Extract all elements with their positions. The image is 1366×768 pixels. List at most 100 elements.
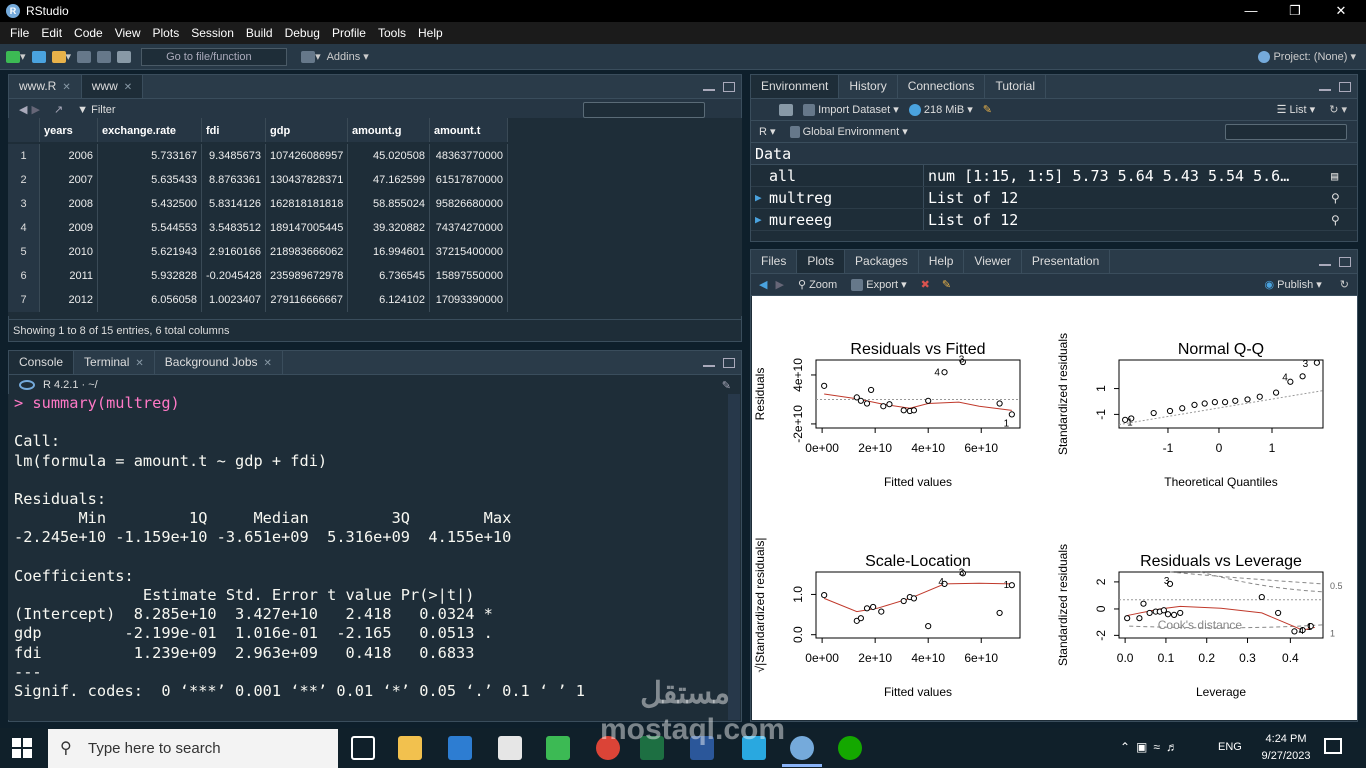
publish-button[interactable]: ◉ Publish ▾	[1264, 278, 1321, 291]
tab-viewer[interactable]: Viewer	[964, 250, 1022, 273]
load-workspace-icon[interactable]	[759, 104, 773, 116]
console-scrollbar[interactable]	[728, 394, 740, 720]
notifications-icon[interactable]	[1324, 738, 1342, 754]
tab-packages[interactable]: Packages	[845, 250, 919, 273]
list-view-button[interactable]: ☰ List ▾	[1277, 103, 1316, 116]
maximize-pane-icon[interactable]	[1339, 256, 1351, 267]
broom-icon[interactable]: ✎	[983, 103, 992, 116]
col-header[interactable]: exchange.rate	[98, 118, 202, 142]
forward-arrow-icon[interactable]: ▶	[31, 103, 39, 116]
tray-icons[interactable]: ⌃▣≈♬	[1120, 740, 1184, 754]
taskbar-search-input[interactable]: ⚲ Type here to search	[48, 729, 338, 768]
tab-plots[interactable]: Plots	[797, 250, 846, 273]
menu-plots[interactable]: Plots	[147, 26, 186, 40]
menu-edit[interactable]: Edit	[35, 26, 68, 40]
print-button[interactable]	[117, 50, 132, 63]
close-tab-icon[interactable]: ✕	[124, 82, 132, 93]
new-project-button[interactable]	[31, 50, 46, 63]
import-dataset-button[interactable]: Import Dataset ▾	[803, 103, 899, 117]
col-header[interactable]: gdp	[266, 118, 348, 142]
clock[interactable]: 4:24 PM 9/27/2023	[1256, 731, 1316, 765]
col-header[interactable]: fdi	[202, 118, 266, 142]
remove-plot-icon[interactable]: ✖	[921, 278, 930, 291]
next-plot-icon[interactable]: ▶	[775, 278, 783, 291]
magnifier-icon[interactable]: ⚲	[1331, 187, 1357, 208]
menu-tools[interactable]: Tools	[372, 26, 412, 40]
tab-www-r[interactable]: www.R ✕	[9, 75, 82, 98]
refresh-env-icon[interactable]: ↻ ▾	[1329, 103, 1347, 116]
addins-button[interactable]: Addins ▾	[327, 50, 369, 64]
menu-file[interactable]: File	[4, 26, 35, 40]
menu-view[interactable]: View	[109, 26, 147, 40]
maximize-pane-icon[interactable]	[723, 357, 735, 368]
save-workspace-icon[interactable]	[779, 103, 793, 116]
env-item[interactable]: all num [1:15, 1:5] 5.73 5.64 5.43 5.54 …	[751, 165, 1357, 187]
tab-console[interactable]: Console	[9, 351, 75, 374]
save-all-button[interactable]	[97, 50, 112, 63]
env-item[interactable]: ▶ multreg List of 12 ⚲	[751, 187, 1357, 209]
tab-connections[interactable]: Connections	[897, 75, 986, 98]
minimize-window-icon[interactable]: —	[1228, 0, 1274, 22]
tab-background-jobs[interactable]: Background Jobs ✕	[154, 351, 283, 374]
magnifier-icon[interactable]: ⚲	[1331, 209, 1357, 230]
tab-help[interactable]: Help	[918, 250, 965, 273]
back-arrow-icon[interactable]: ◀	[19, 103, 27, 116]
new-file-button[interactable]: ▾	[6, 50, 26, 63]
upwork-icon[interactable]	[838, 736, 862, 760]
minimize-pane-icon[interactable]	[703, 88, 715, 91]
zoom-button[interactable]: ⚲ Zoom	[798, 278, 837, 291]
language-indicator[interactable]: ENG	[1218, 741, 1242, 753]
prev-plot-icon[interactable]: ◀	[759, 278, 767, 291]
close-tab-icon[interactable]: ✕	[135, 358, 143, 369]
console-output[interactable]: > summary(multreg) Call: lm(formula = am…	[8, 394, 728, 720]
clear-console-icon[interactable]: ✎	[722, 379, 731, 392]
close-tab-icon[interactable]: ✕	[62, 82, 70, 93]
go-to-file-input[interactable]: Go to file/function	[141, 47, 288, 66]
data-search-input[interactable]	[583, 101, 705, 118]
export-button[interactable]: Export ▾	[851, 278, 907, 292]
menu-debug[interactable]: Debug	[279, 26, 326, 40]
scope-select[interactable]: Global Environment ▾	[789, 125, 908, 139]
grid-layout-button[interactable]: ▾	[301, 50, 321, 63]
project-menu[interactable]: Project: (None) ▾	[1258, 50, 1356, 63]
start-button[interactable]	[12, 738, 32, 758]
sheet-app-icon[interactable]	[546, 736, 570, 760]
save-button[interactable]	[77, 50, 92, 63]
file-explorer-icon[interactable]	[398, 736, 422, 760]
tab-files[interactable]: Files	[751, 250, 798, 273]
minimize-pane-icon[interactable]	[1319, 263, 1331, 266]
popout-icon[interactable]: ↗	[54, 103, 63, 116]
task-view-icon[interactable]	[351, 736, 375, 760]
mail-icon[interactable]	[498, 736, 522, 760]
maximize-pane-icon[interactable]	[1339, 81, 1351, 92]
close-window-icon[interactable]: ✕	[1318, 0, 1364, 22]
minimize-pane-icon[interactable]	[1319, 88, 1331, 91]
col-header[interactable]: amount.g	[348, 118, 430, 142]
env-search-input[interactable]	[1225, 123, 1347, 140]
expand-icon[interactable]: ▶	[751, 187, 769, 208]
minimize-pane-icon[interactable]	[703, 364, 715, 367]
memory-usage[interactable]: 218 MiB ▾	[908, 103, 973, 117]
menu-profile[interactable]: Profile	[326, 26, 372, 40]
env-item[interactable]: ▶ mureeeg List of 12 ⚲	[751, 209, 1357, 231]
close-tab-icon[interactable]: ✕	[264, 358, 272, 369]
view-table-icon[interactable]: ▤	[1331, 165, 1357, 186]
open-file-button[interactable]: ▾	[51, 50, 71, 63]
tab-history[interactable]: History	[839, 75, 898, 98]
col-header[interactable]: amount.t	[430, 118, 508, 142]
menu-code[interactable]: Code	[68, 26, 109, 40]
tab-terminal[interactable]: Terminal ✕	[74, 351, 155, 374]
filter-button[interactable]: ▼ Filter	[77, 104, 115, 116]
tab-environment[interactable]: Environment	[751, 75, 840, 98]
maximize-pane-icon[interactable]	[723, 81, 735, 92]
col-header[interactable]: years	[40, 118, 98, 142]
tab-tutorial[interactable]: Tutorial	[985, 75, 1047, 98]
menu-session[interactable]: Session	[185, 26, 240, 40]
rstudio-taskbar-icon[interactable]	[790, 736, 814, 760]
clear-plots-icon[interactable]: ✎	[942, 278, 951, 291]
store-icon[interactable]	[448, 736, 472, 760]
maximize-window-icon[interactable]: ❐	[1272, 0, 1318, 22]
expand-icon[interactable]: ▶	[751, 209, 769, 230]
menu-build[interactable]: Build	[240, 26, 279, 40]
menu-help[interactable]: Help	[412, 26, 449, 40]
